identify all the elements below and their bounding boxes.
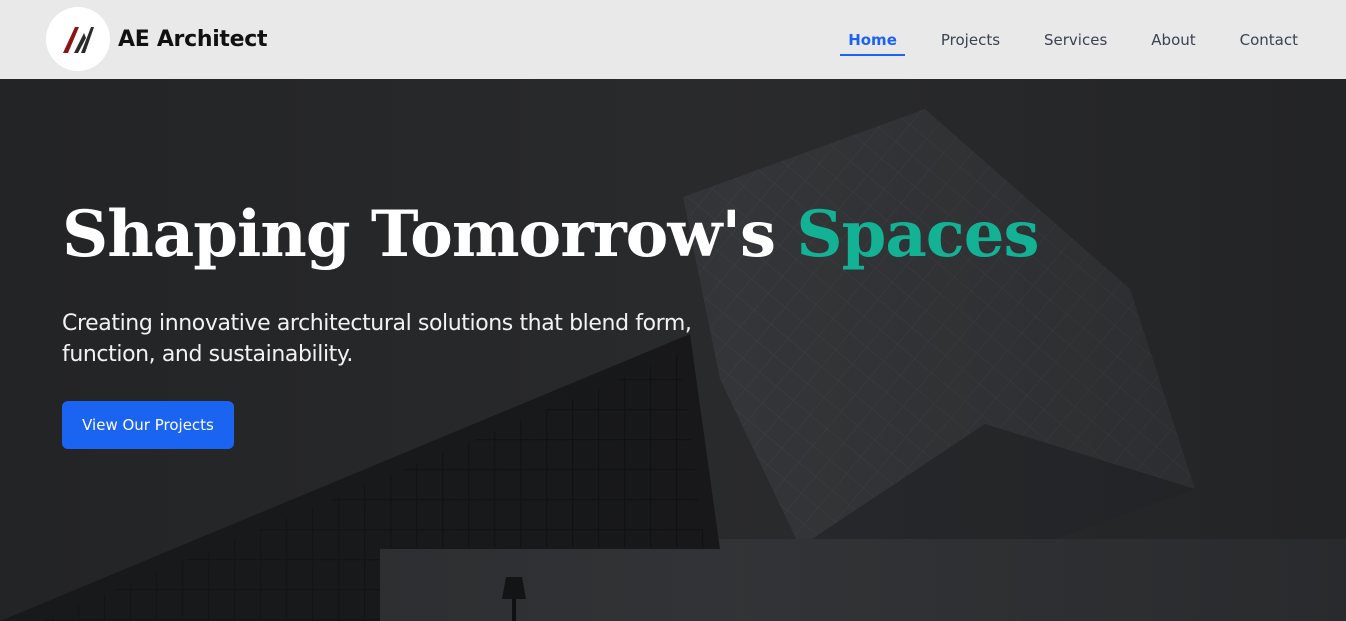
- main-nav: Home Projects Services About Contact: [804, 0, 1298, 79]
- hero-section: Shaping Tomorrow's Spaces Creating innov…: [0, 79, 1346, 621]
- hero-title: Shaping Tomorrow's Spaces: [62, 197, 1040, 272]
- nav-projects[interactable]: Projects: [941, 0, 1000, 79]
- brand-name: AE Architect: [118, 26, 268, 52]
- hero-title-main: Shaping Tomorrow's: [62, 197, 776, 272]
- nav-home[interactable]: Home: [840, 0, 905, 79]
- nav-contact[interactable]: Contact: [1240, 0, 1298, 79]
- brand-link[interactable]: AE Architect: [46, 7, 268, 71]
- hero-title-accent: Spaces: [796, 197, 1039, 272]
- view-projects-button[interactable]: View Our Projects: [62, 401, 234, 449]
- nav-about[interactable]: About: [1151, 0, 1195, 79]
- navbar: AE Architect Home Projects Services Abou…: [0, 0, 1346, 79]
- ae-monogram-logo: [46, 7, 110, 71]
- hero-subtitle: Creating innovative architectural soluti…: [62, 311, 692, 367]
- nav-services[interactable]: Services: [1044, 0, 1107, 79]
